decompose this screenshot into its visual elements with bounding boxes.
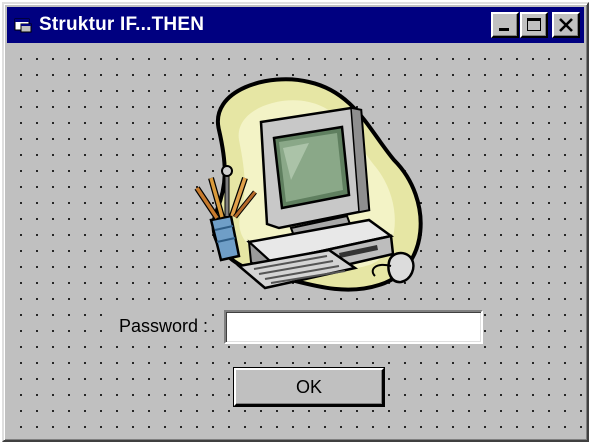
maximize-button[interactable] bbox=[520, 12, 548, 38]
maximize-icon bbox=[527, 18, 541, 31]
title-bar[interactable]: Struktur IF...THEN bbox=[7, 7, 584, 43]
app-window: Struktur IF...THEN Password: OK bbox=[2, 2, 589, 442]
window-controls bbox=[490, 12, 580, 38]
close-button[interactable] bbox=[552, 12, 580, 38]
minimize-button[interactable] bbox=[491, 12, 519, 38]
form-icon bbox=[14, 18, 32, 33]
window-title: Struktur IF...THEN bbox=[39, 14, 205, 35]
computer-clipart bbox=[194, 77, 423, 292]
ok-button[interactable]: OK bbox=[234, 368, 384, 406]
form-client-area: Password : OK bbox=[7, 45, 584, 437]
password-label: Password : bbox=[115, 313, 213, 339]
minimize-icon bbox=[499, 28, 509, 31]
password-input[interactable] bbox=[224, 310, 483, 344]
close-icon bbox=[559, 18, 573, 32]
